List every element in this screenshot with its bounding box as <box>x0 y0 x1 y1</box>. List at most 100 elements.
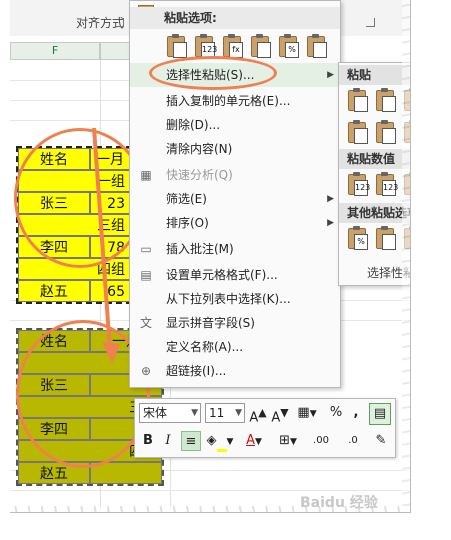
menu-item-label: 删除(D)... <box>166 118 221 132</box>
menu-item-sort[interactable]: 排序(O) ▶ <box>130 211 340 235</box>
chevron-down-icon: ▼ <box>235 408 242 418</box>
paste-transpose-button[interactable] <box>248 33 272 59</box>
grid-line <box>10 490 410 491</box>
menu-item-label: 设置单元格格式(F)... <box>166 268 278 282</box>
menu-item-insert-copied[interactable]: 插入复制的单元格(E)... <box>130 89 340 113</box>
italic-button[interactable]: I <box>159 431 177 451</box>
annotation-arrow-icon <box>92 127 120 364</box>
formula-icon: fx <box>229 42 243 58</box>
submenu-link-button[interactable] <box>373 225 397 251</box>
decrease-decimal-icon: .0 <box>348 435 358 446</box>
grow-font-button[interactable]: A▲ <box>249 403 267 426</box>
menu-item-format-cells[interactable]: ▤ 设置单元格格式(F)... <box>130 263 340 287</box>
phonetic-icon: 文 <box>139 316 152 330</box>
submenu-paste-special-link[interactable]: 选择性粘 <box>339 263 410 283</box>
submenu-values-button[interactable]: 123 <box>345 171 370 197</box>
values-icon: 123 <box>354 180 370 196</box>
torn-edge-right <box>402 0 410 512</box>
fill-color-swatch <box>216 449 227 452</box>
menu-item-pick-from-list[interactable]: 从下拉列表中选择(K)... <box>130 287 340 311</box>
percent-style-button[interactable]: % <box>327 403 345 423</box>
menu-item-insert-comment[interactable]: ▭ 插入批注(M) <box>130 237 340 261</box>
menu-item-label: 插入批注(M) <box>166 242 234 256</box>
paste-button[interactable] <box>164 33 188 59</box>
formula-icon <box>382 96 396 112</box>
bold-button[interactable]: B <box>139 431 157 451</box>
submenu-section-paste: 粘贴 <box>339 65 410 85</box>
format-cells-icon: ▤ <box>140 268 152 282</box>
submenu-section-values: 粘贴数值 <box>339 149 410 169</box>
mini-toolbar: 宋体 ▼ 11 ▼ A▲ A▼ ▦▼ % , ▤ B I ≡ ◈ ▼ A▼ ⊞▼ .0… <box>134 398 396 458</box>
menu-item-label: 定义名称(A)... <box>166 340 244 354</box>
borders-button[interactable]: ⊞▼ <box>273 431 303 451</box>
submenu-arrow-icon: ▶ <box>327 194 334 204</box>
submenu-paste-button[interactable] <box>345 87 369 113</box>
decrease-decimal-button[interactable]: .0 <box>339 431 367 451</box>
menu-item-delete[interactable]: 删除(D)... <box>130 113 340 137</box>
link-icon <box>313 42 327 58</box>
menu-item-hyperlink[interactable]: ⊕ 超链接(I)... <box>130 359 340 383</box>
submenu-formatting-button[interactable]: % <box>345 225 369 251</box>
menu-item-clear-contents[interactable]: 清除内容(N) <box>130 137 340 161</box>
menu-item-label: 快速分析(Q) <box>166 168 233 182</box>
paste-formatting-button[interactable]: % <box>276 33 300 59</box>
menu-item-label: 显示拼音字段(S) <box>166 316 255 330</box>
column-header-g[interactable] <box>100 42 130 60</box>
chevron-down-icon: ▼ <box>191 408 198 418</box>
menu-item-label: 插入复制的单元格(E)... <box>166 94 291 108</box>
font-color-icon: A <box>246 433 255 448</box>
values-format-icon: 123 <box>382 180 398 196</box>
ribbon-launcher-icon[interactable] <box>366 18 375 27</box>
comma-style-button[interactable]: , <box>349 403 363 423</box>
comment-icon: ▭ <box>140 242 152 256</box>
borders-icon: ⊞ <box>279 433 290 448</box>
menu-item-label: 筛选(E) <box>166 192 207 206</box>
menu-item-label: 超链接(I)... <box>166 364 227 378</box>
currency-icon: ▦ <box>297 405 310 420</box>
submenu-column-width-button[interactable] <box>373 119 397 145</box>
font-size-value: 11 <box>209 406 225 420</box>
percent-icon: % <box>285 42 299 58</box>
submenu-arrow-icon: ▶ <box>327 218 334 228</box>
column-width-icon <box>382 128 396 144</box>
transpose-icon <box>257 42 271 58</box>
paste-formulas-button[interactable]: fx <box>220 33 244 59</box>
merge-center-icon[interactable]: ▤ <box>369 403 391 425</box>
submenu-no-borders-button[interactable] <box>345 119 369 145</box>
paste-special-submenu: 粘贴 fx 粘贴数值 123 123 123 其他粘贴选项 % 选择性粘 <box>338 62 411 286</box>
alignment-launcher-icon[interactable] <box>115 18 124 27</box>
menu-item-filter[interactable]: 筛选(E) ▶ <box>130 187 340 211</box>
submenu-section-other: 其他粘贴选项 <box>339 203 410 223</box>
font-name-dropdown[interactable]: 宋体 ▼ <box>139 403 201 423</box>
menu-item-label: 清除内容(N) <box>166 142 233 156</box>
hyperlink-icon: ⊕ <box>140 364 152 378</box>
accounting-format-button[interactable]: ▦▼ <box>293 403 321 423</box>
font-name-value: 宋体 <box>143 406 168 420</box>
shrink-font-button[interactable]: A▼ <box>271 403 289 426</box>
values-source-icon: 123 <box>410 180 411 196</box>
column-header-f[interactable]: F <box>10 42 100 60</box>
align-center-icon[interactable]: ≡ <box>181 431 201 451</box>
quick-analysis-icon: ▦ <box>140 168 152 182</box>
fx-icon: fx <box>410 96 411 112</box>
screenshot-frame: 对齐方式 F 姓名 一月 一组 张三 23 三组 李四 78 四组 赵五 65 … <box>10 0 411 513</box>
annotation-circle-menu <box>149 56 277 90</box>
font-size-dropdown[interactable]: 11 ▼ <box>205 403 245 423</box>
menu-item-show-phonetic[interactable]: 文显示拼音字段(S) <box>130 311 340 335</box>
menu-item-define-name[interactable]: 定义名称(A)... <box>130 335 340 359</box>
increase-decimal-button[interactable]: .00 <box>307 431 335 451</box>
no-borders-icon <box>354 128 368 144</box>
submenu-values-number-format-button[interactable]: 123 <box>373 171 398 197</box>
grow-font-icon: A <box>249 410 259 426</box>
paint-bucket-icon: ◈ <box>206 433 217 448</box>
font-color-button[interactable]: A▼ <box>239 431 269 451</box>
fill-color-button[interactable]: ◈ ▼ <box>205 431 235 452</box>
paste-options-title: 粘贴选项: <box>130 7 340 29</box>
shrink-font-icon: A <box>271 410 281 426</box>
submenu-paste-formulas-button[interactable] <box>373 87 397 113</box>
format-painter-icon[interactable]: ✎ <box>371 431 391 451</box>
menu-item-quick-analysis: ▦ 快速分析(Q) <box>130 163 340 187</box>
transpose-icon <box>410 128 411 144</box>
paste-link-button[interactable] <box>304 33 328 59</box>
menu-item-label: 排序(O) <box>166 216 209 230</box>
